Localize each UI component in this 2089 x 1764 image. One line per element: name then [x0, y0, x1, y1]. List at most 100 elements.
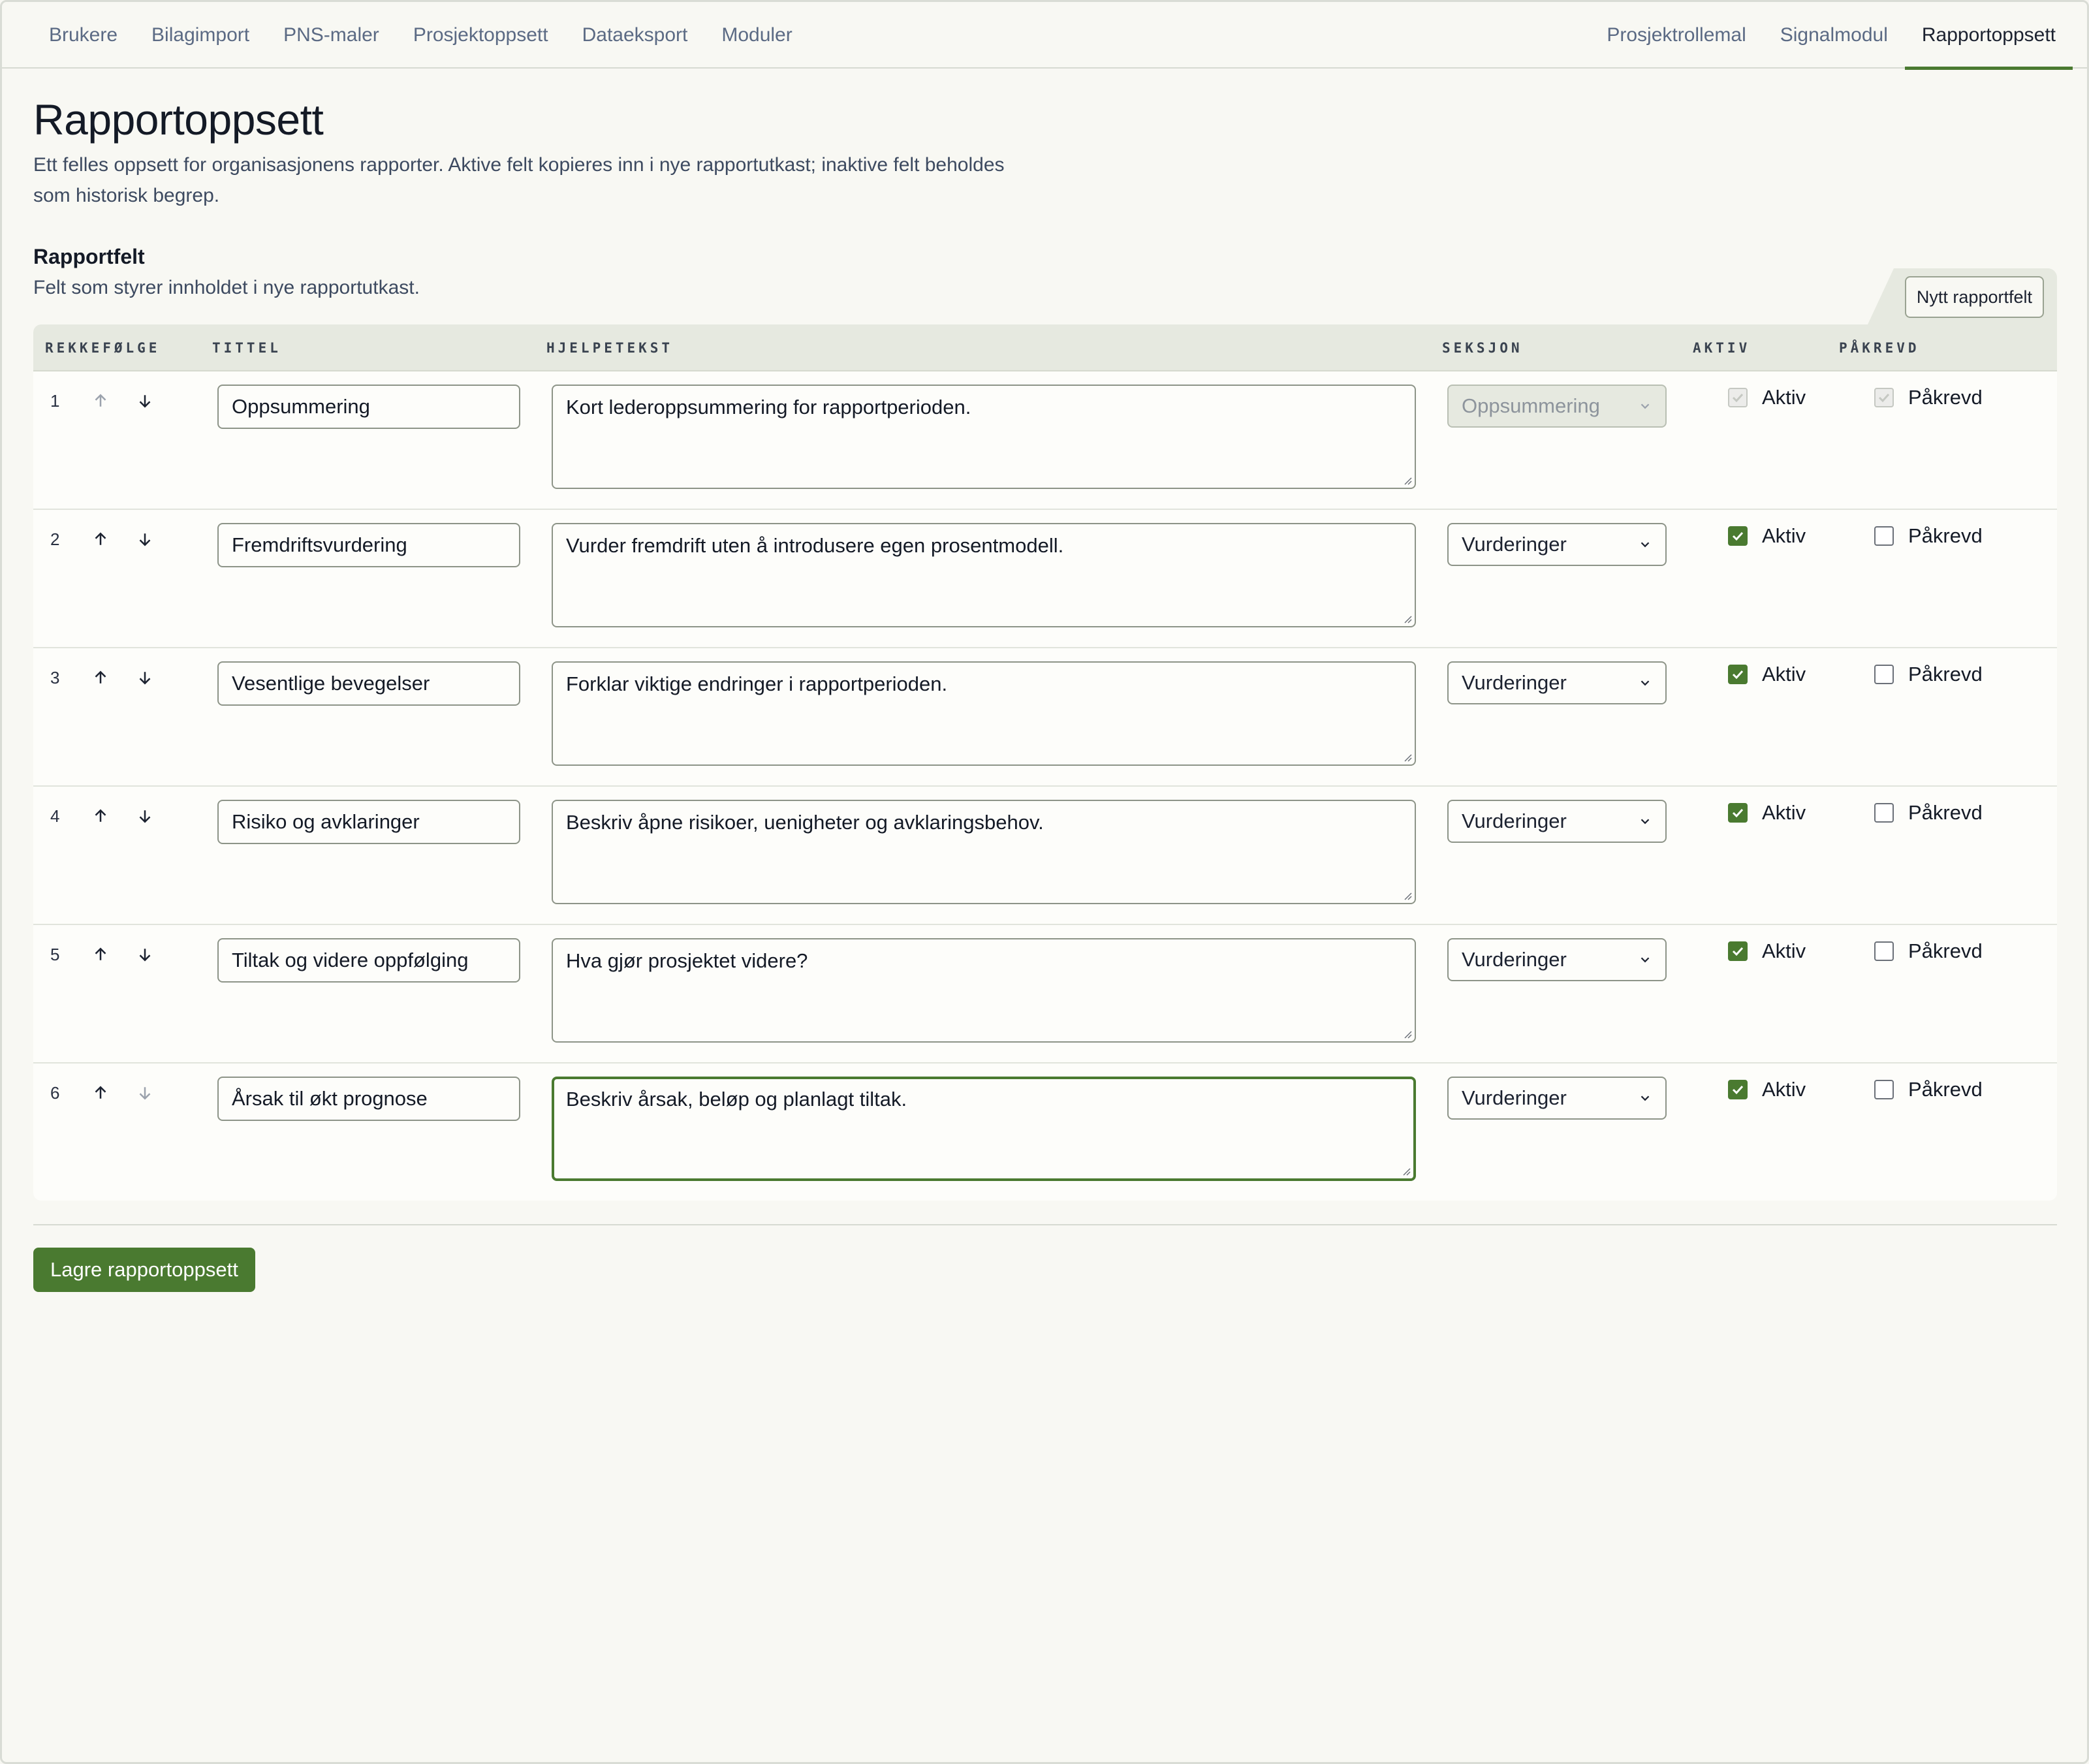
- nav-tab-prosjektrollemal[interactable]: Prosjektrollemal: [1590, 2, 1763, 69]
- active-checkbox[interactable]: Aktiv: [1728, 939, 1806, 963]
- section-select[interactable]: Vurderinger: [1447, 523, 1667, 566]
- section-header: Rapportfelt Felt som styrer innholdet i …: [33, 245, 2057, 324]
- resize-grip-icon[interactable]: [1402, 1028, 1412, 1039]
- move-up-icon[interactable]: [91, 529, 110, 549]
- title-input[interactable]: Tiltak og videre oppfølging: [217, 938, 520, 983]
- table-row: 4 Risiko og avklaringer Beskriv åpne ris…: [33, 787, 2057, 925]
- active-checkbox: Aktiv: [1728, 386, 1806, 409]
- help-textarea[interactable]: Vurder fremdrift uten å introdusere egen…: [552, 523, 1416, 627]
- nav-tab-pns-maler[interactable]: PNS-maler: [266, 2, 396, 69]
- table-row: 3 Vesentlige bevegelser Forklar viktige …: [33, 648, 2057, 787]
- move-up-icon[interactable]: [91, 945, 110, 964]
- header-order: REKKEFØLGE: [45, 340, 161, 356]
- required-label: Påkrevd: [1908, 801, 1983, 824]
- required-label: Påkrevd: [1908, 524, 1983, 547]
- chevron-down-icon: [1641, 957, 1650, 963]
- section-select[interactable]: Vurderinger: [1447, 1077, 1667, 1120]
- help-text: Beskriv åpne risikoer, uenigheter og avk…: [566, 811, 1044, 834]
- move-up-icon[interactable]: [91, 668, 110, 687]
- resize-grip-icon[interactable]: [1402, 890, 1412, 900]
- help-text: Kort lederoppsummering for rapportperiod…: [566, 396, 971, 418]
- checkbox-box: [1874, 941, 1894, 961]
- required-checkbox[interactable]: Påkrevd: [1874, 939, 1983, 963]
- active-label: Aktiv: [1762, 524, 1806, 547]
- table-row: 2 Fremdriftsvurdering Vurder fremdrift u…: [33, 510, 2057, 648]
- header-active: AKTIV: [1693, 340, 1751, 356]
- nav-tab-dataeksport[interactable]: Dataeksport: [565, 2, 705, 69]
- row-index: 6: [50, 1083, 60, 1103]
- help-textarea[interactable]: Beskriv årsak, beløp og planlagt tiltak.: [552, 1077, 1416, 1181]
- nav-tab-brukere[interactable]: Brukere: [32, 2, 134, 69]
- required-checkbox[interactable]: Påkrevd: [1874, 663, 1983, 686]
- active-checkbox[interactable]: Aktiv: [1728, 524, 1806, 548]
- page-title: Rapportoppsett: [33, 95, 324, 144]
- section-select-value: Vurderinger: [1462, 533, 1567, 556]
- move-down-icon[interactable]: [135, 391, 155, 411]
- checkbox-box: [1874, 388, 1894, 407]
- checkbox-box: [1728, 803, 1748, 823]
- title-input[interactable]: Oppsummering: [217, 385, 520, 429]
- move-up-icon[interactable]: [91, 806, 110, 826]
- active-label: Aktiv: [1762, 386, 1806, 409]
- header-required: PÅKREVD: [1839, 340, 1920, 356]
- title-input[interactable]: Årsak til økt prognose: [217, 1077, 520, 1121]
- section-select[interactable]: Vurderinger: [1447, 800, 1667, 843]
- active-checkbox[interactable]: Aktiv: [1728, 1078, 1806, 1101]
- table-row: 5 Tiltak og videre oppfølging Hva gjør p…: [33, 925, 2057, 1063]
- save-report-setup-button[interactable]: Lagre rapportoppsett: [33, 1248, 255, 1292]
- move-up-icon[interactable]: [91, 391, 110, 411]
- new-report-field-button[interactable]: Nytt rapportfelt: [1904, 276, 2044, 318]
- required-checkbox[interactable]: Påkrevd: [1874, 801, 1983, 825]
- title-input[interactable]: Fremdriftsvurdering: [217, 523, 520, 567]
- table-header: REKKEFØLGE TITTEL HJELPETEKST SEKSJON AK…: [33, 324, 2057, 371]
- help-text: Forklar viktige endringer i rapportperio…: [566, 672, 948, 695]
- row-index: 1: [50, 391, 60, 411]
- resize-grip-icon[interactable]: [1402, 751, 1412, 762]
- resize-grip-icon[interactable]: [1402, 475, 1412, 485]
- move-down-icon[interactable]: [135, 806, 155, 826]
- required-label: Påkrevd: [1908, 663, 1983, 685]
- help-textarea[interactable]: Hva gjør prosjektet videre?: [552, 938, 1416, 1043]
- chevron-down-icon: [1641, 819, 1650, 825]
- header-section: SEKSJON: [1442, 340, 1523, 356]
- nav-tab-signalmodul[interactable]: Signalmodul: [1763, 2, 1905, 69]
- move-down-icon[interactable]: [135, 668, 155, 687]
- resize-grip-icon[interactable]: [1402, 613, 1412, 623]
- required-checkbox[interactable]: Påkrevd: [1874, 524, 1983, 548]
- nav-tab-prosjektoppsett[interactable]: Prosjektoppsett: [396, 2, 565, 69]
- nav-tab-bilagimport[interactable]: Bilagimport: [134, 2, 266, 69]
- help-textarea[interactable]: Beskriv åpne risikoer, uenigheter og avk…: [552, 800, 1416, 904]
- checkbox-box: [1728, 1080, 1748, 1099]
- section-select-value: Vurderinger: [1462, 671, 1567, 694]
- section-select[interactable]: Vurderinger: [1447, 661, 1667, 704]
- section-select[interactable]: Vurderinger: [1447, 938, 1667, 981]
- help-text: Vurder fremdrift uten å introdusere egen…: [566, 534, 1064, 557]
- report-fields-table: REKKEFØLGE TITTEL HJELPETEKST SEKSJON AK…: [33, 324, 2057, 1201]
- checkbox-box: [1728, 526, 1748, 546]
- active-checkbox[interactable]: Aktiv: [1728, 801, 1806, 825]
- move-down-icon: [135, 1083, 155, 1103]
- active-checkbox[interactable]: Aktiv: [1728, 663, 1806, 686]
- nav-tab-moduler[interactable]: Moduler: [704, 2, 809, 69]
- chevron-down-icon: [1641, 1095, 1650, 1101]
- table-row: 1 Oppsummering Kort lederoppsummering fo…: [33, 371, 2057, 510]
- title-input[interactable]: Risiko og avklaringer: [217, 800, 520, 844]
- nav-tab-rapportoppsett[interactable]: Rapportoppsett: [1904, 2, 2073, 70]
- chevron-down-icon: [1641, 403, 1650, 409]
- required-label: Påkrevd: [1908, 1078, 1983, 1101]
- resize-grip-icon[interactable]: [1400, 1165, 1411, 1176]
- header-title: TITTEL: [212, 340, 281, 356]
- title-input[interactable]: Vesentlige bevegelser: [217, 661, 520, 706]
- required-checkbox: Påkrevd: [1874, 386, 1983, 409]
- active-label: Aktiv: [1762, 1078, 1806, 1101]
- move-down-icon[interactable]: [135, 945, 155, 964]
- help-textarea[interactable]: Kort lederoppsummering for rapportperiod…: [552, 385, 1416, 489]
- row-index: 5: [50, 945, 60, 964]
- required-checkbox[interactable]: Påkrevd: [1874, 1078, 1983, 1101]
- section-select-value: Oppsummering: [1462, 394, 1600, 417]
- move-up-icon[interactable]: [91, 1083, 110, 1103]
- checkbox-box: [1728, 941, 1748, 961]
- help-textarea[interactable]: Forklar viktige endringer i rapportperio…: [552, 661, 1416, 766]
- checkbox-box: [1874, 1080, 1894, 1099]
- move-down-icon[interactable]: [135, 529, 155, 549]
